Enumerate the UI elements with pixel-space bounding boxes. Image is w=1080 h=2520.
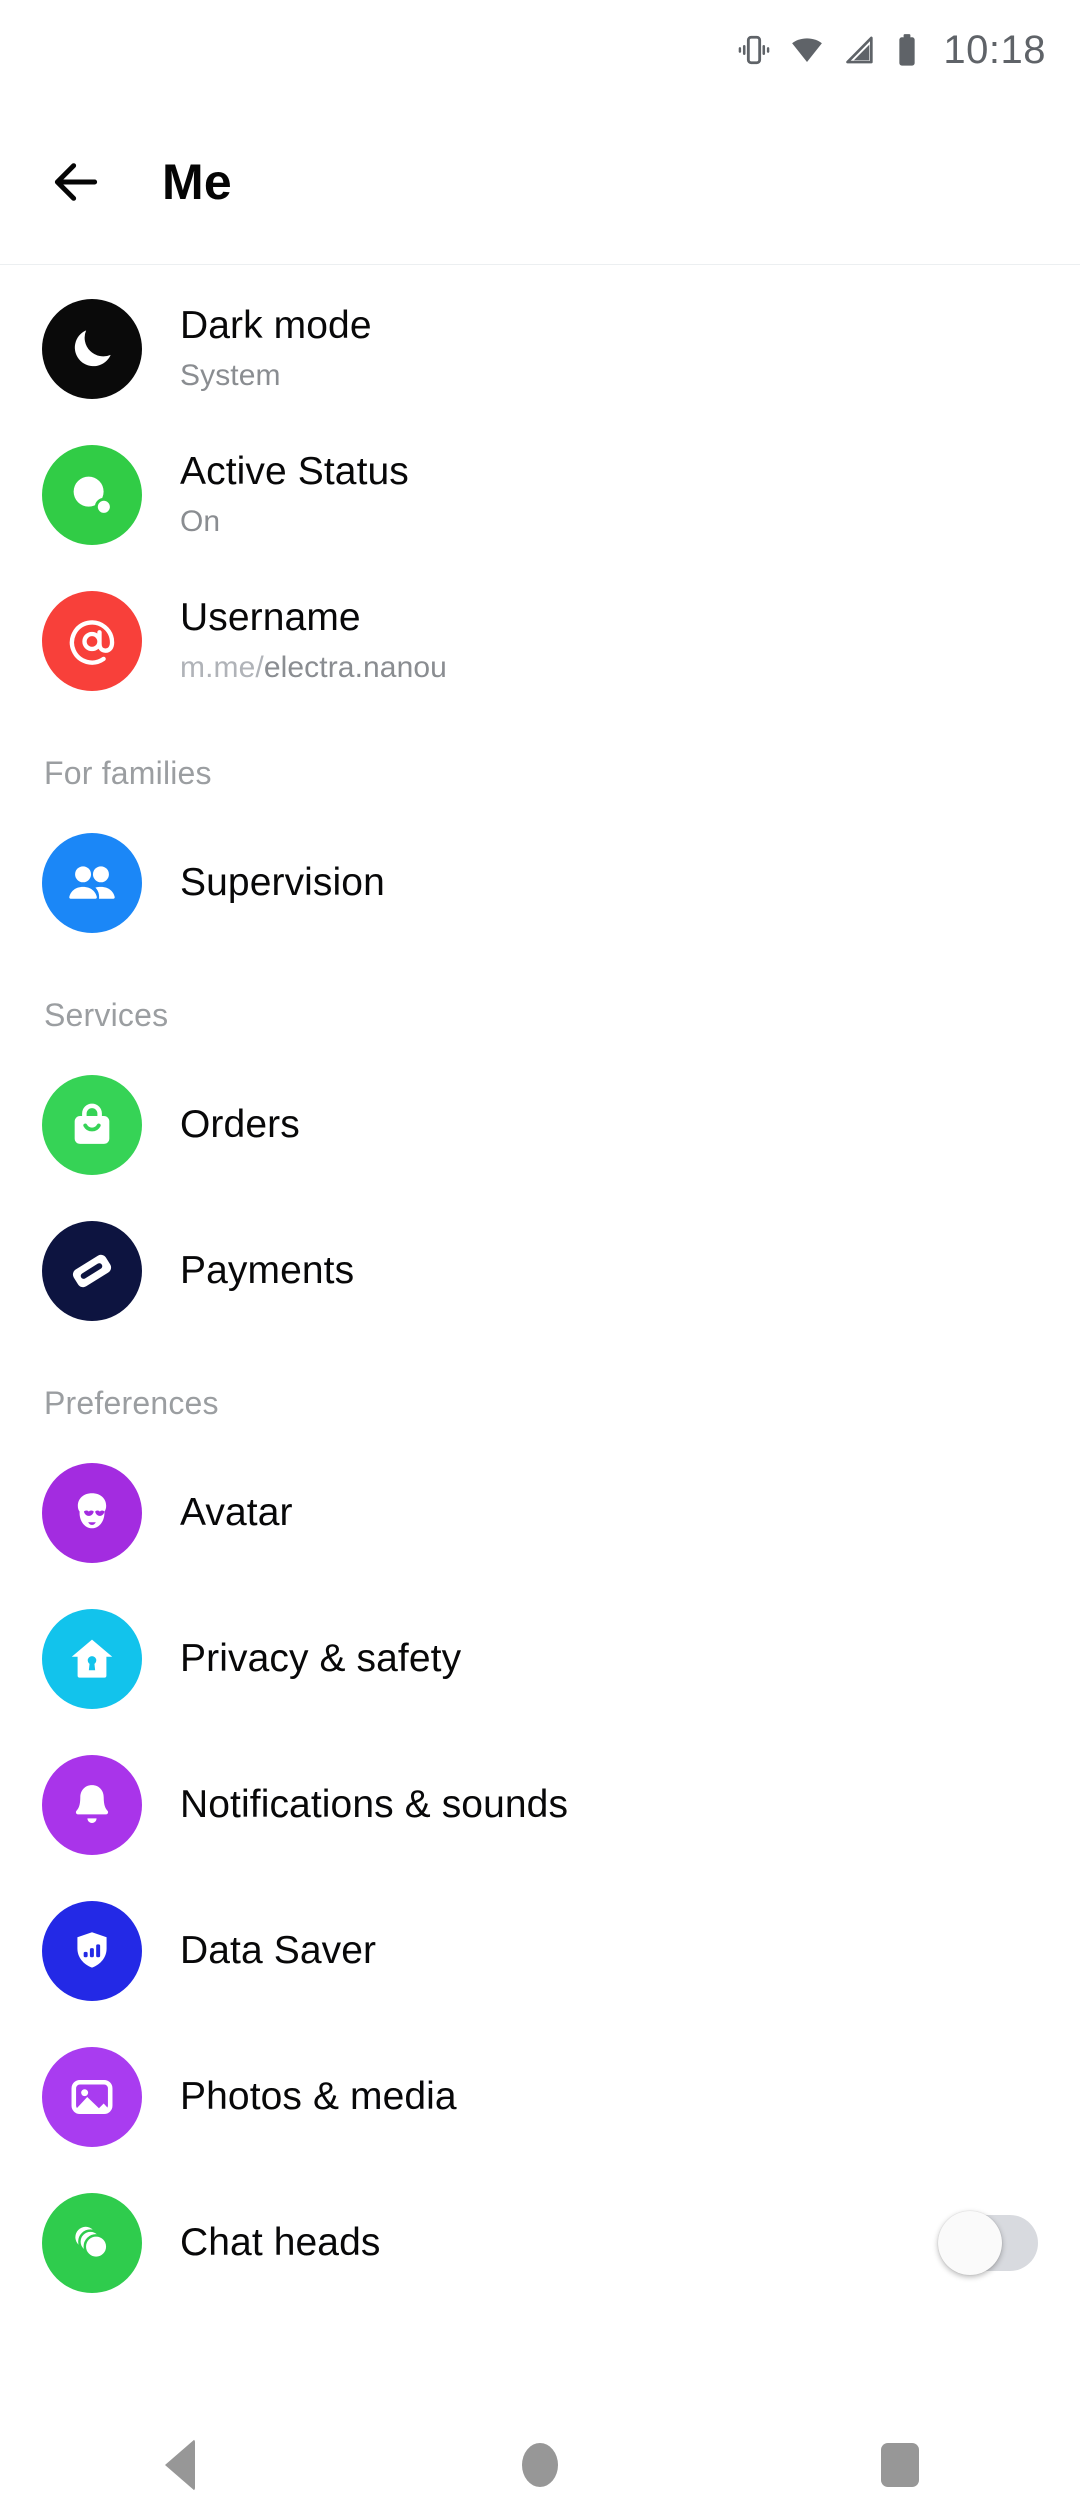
nav-back-icon [165,2439,195,2491]
settings-row-avatar[interactable]: Avatar [0,1440,1080,1586]
credit-card-icon [65,1244,119,1298]
active-status-icon-badge [42,445,142,545]
settings-row-value: System [180,358,281,392]
supervision-icon-badge [42,833,142,933]
back-button[interactable] [28,134,124,230]
username-domain: m.me/ [180,650,264,684]
payments-icon-badge [42,1221,142,1321]
wifi-icon [788,33,826,67]
nav-home-button[interactable] [470,2410,610,2520]
notifications-icon-badge [42,1755,142,1855]
section-header-for-families: For families [44,755,212,791]
settings-row-label: Supervision [180,860,385,904]
back-arrow-icon [48,154,104,210]
supervision-text: Supervision [180,860,385,906]
settings-row-label: Notifications & sounds [180,1782,569,1826]
avatar-icon-badge [42,1463,142,1563]
app-bar: Me [0,100,1080,265]
section-header-preferences: Preferences [44,1385,219,1421]
settings-row-label: Photos & media [180,2074,457,2118]
nav-back-button[interactable] [110,2410,250,2520]
settings-row-value: m.me/electra.nanou [180,648,447,687]
settings-screen: 10:18 Me Dark mode System Active Status … [0,0,1080,2520]
settings-row-payments[interactable]: Payments [0,1198,1080,1344]
chat-heads-icon [65,2216,119,2270]
settings-row-value: On [180,504,221,538]
settings-row-chat-heads[interactable]: Chat heads [0,2170,1080,2316]
settings-row-supervision[interactable]: Supervision [0,810,1080,956]
avatar-face-icon [65,1486,119,1540]
list-top-gap [0,266,1080,276]
chat-heads-toggle[interactable] [938,2211,1038,2275]
settings-row-notifications-sounds[interactable]: Notifications & sounds [0,1732,1080,1878]
avatar-text: Avatar [180,1490,293,1536]
photo-icon [66,2071,118,2123]
settings-row-data-saver[interactable]: Data Saver [0,1878,1080,2024]
settings-row-label: Orders [180,1102,300,1146]
at-sign-icon [63,612,121,670]
shopping-bag-icon [65,1098,119,1152]
dark-mode-icon-badge [42,299,142,399]
moon-icon [65,322,119,376]
settings-row-label: Dark mode [180,304,372,348]
privacy-icon-badge [42,1609,142,1709]
nav-recents-button[interactable] [830,2410,970,2520]
battery-icon [894,33,920,67]
settings-row-photos-media[interactable]: Photos & media [0,2024,1080,2170]
vibrate-icon [737,33,771,67]
orders-icon-badge [42,1075,142,1175]
username-icon-badge [42,591,142,691]
settings-row-label: Privacy & safety [180,1636,462,1680]
privacy-text: Privacy & safety [180,1636,461,1682]
chat-heads-icon-badge [42,2193,142,2293]
section-header-services: Services [44,997,169,1033]
home-lock-icon [65,1632,119,1686]
cellular-signal-icon [843,33,877,67]
dark-mode-text: Dark mode System [180,303,372,394]
people-icon [63,854,121,912]
shield-bars-icon [67,1926,117,1976]
payments-text: Payments [180,1248,354,1294]
settings-row-privacy-safety[interactable]: Privacy & safety [0,1586,1080,1732]
orders-text: Orders [180,1102,300,1148]
settings-row-label: Active Status [180,450,409,494]
settings-row-active-status[interactable]: Active Status On [0,422,1080,568]
settings-row-orders[interactable]: Orders [0,1052,1080,1198]
photos-text: Photos & media [180,2074,457,2120]
data-saver-icon-badge [42,1901,142,2001]
photos-icon-badge [42,2047,142,2147]
username-text: Username m.me/electra.nanou [180,595,447,686]
settings-row-label: Data Saver [180,1928,377,1972]
android-navigation-bar [0,2410,1080,2520]
status-bar: 10:18 [0,0,1080,100]
settings-list: Dark mode System Active Status On Userna… [0,266,1080,2316]
settings-row-label: Payments [180,1248,355,1292]
settings-row-username[interactable]: Username m.me/electra.nanou [0,568,1080,714]
page-title: Me [162,154,232,210]
settings-row-dark-mode[interactable]: Dark mode System [0,276,1080,422]
toggle-thumb [938,2211,1002,2275]
bell-icon [66,1779,118,1831]
settings-row-label: Avatar [180,1490,293,1534]
username-handle: electra.nanou [263,650,447,684]
active-status-icon [63,466,121,524]
notifications-text: Notifications & sounds [180,1782,568,1828]
data-saver-text: Data Saver [180,1928,376,1974]
chat-heads-text: Chat heads [180,2220,380,2266]
nav-recents-icon [881,2443,919,2487]
nav-home-icon [522,2443,558,2487]
active-status-text: Active Status On [180,449,409,540]
settings-row-label: Username [180,596,361,640]
status-bar-clock: 10:18 [943,28,1046,72]
settings-row-label: Chat heads [180,2220,381,2264]
